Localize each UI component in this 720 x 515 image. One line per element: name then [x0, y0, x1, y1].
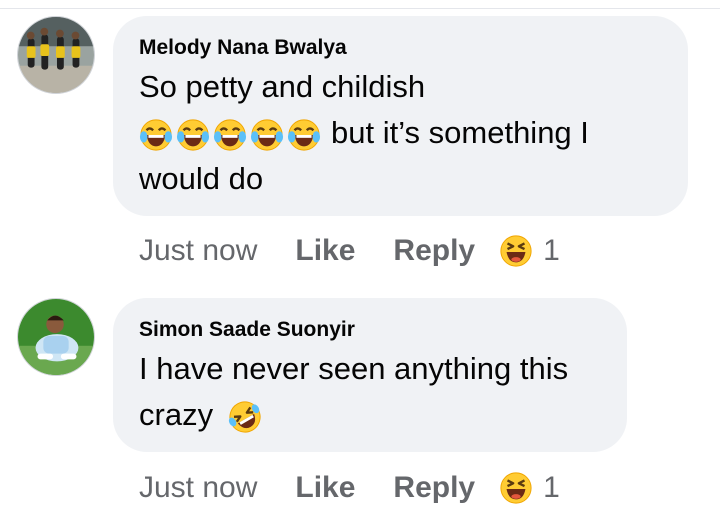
- comment-actions: Just now Like Reply 1: [139, 471, 560, 505]
- comment-text-segment: but it’s something I: [331, 115, 589, 150]
- timestamp[interactable]: Just now: [139, 234, 257, 268]
- reply-button[interactable]: Reply: [393, 471, 475, 505]
- divider-line: [0, 8, 720, 9]
- avatar[interactable]: [17, 16, 95, 94]
- comment-author[interactable]: Melody Nana Bwalya: [139, 34, 660, 62]
- tears-of-joy-emoji: [287, 118, 321, 152]
- tears-of-joy-emoji: [250, 118, 284, 152]
- comment-text-line: I have never seen anything this: [139, 351, 569, 386]
- reaction-count: 1: [543, 471, 560, 504]
- comment-bubble: Melody Nana Bwalya So petty and childish…: [113, 16, 688, 216]
- comment-text-line: So petty and childish: [139, 69, 426, 104]
- comment-text-segment: crazy: [139, 397, 214, 432]
- laughing-reaction-icon: [499, 471, 533, 505]
- rolling-on-floor-laughing-emoji: [228, 400, 262, 434]
- comment-text-line: crazy: [139, 392, 599, 438]
- comment-text-line: would do: [139, 161, 264, 196]
- reaction-summary[interactable]: 1: [499, 234, 560, 268]
- timestamp[interactable]: Just now: [139, 471, 257, 505]
- reaction-count: 1: [543, 234, 560, 267]
- comment-author[interactable]: Simon Saade Suonyir: [139, 316, 599, 344]
- reply-button[interactable]: Reply: [393, 234, 475, 268]
- emoji-group: [139, 118, 321, 152]
- like-button[interactable]: Like: [295, 234, 355, 268]
- tears-of-joy-emoji: [176, 118, 210, 152]
- tears-of-joy-emoji: [139, 118, 173, 152]
- reaction-summary[interactable]: 1: [499, 471, 560, 505]
- avatar[interactable]: [17, 298, 95, 376]
- comment-bubble: Simon Saade Suonyir I have never seen an…: [113, 298, 627, 452]
- like-button[interactable]: Like: [295, 471, 355, 505]
- laughing-reaction-icon: [499, 234, 533, 268]
- comment-actions: Just now Like Reply 1: [139, 234, 560, 268]
- comment-text-line: but it’s something I: [139, 110, 660, 156]
- tears-of-joy-emoji: [213, 118, 247, 152]
